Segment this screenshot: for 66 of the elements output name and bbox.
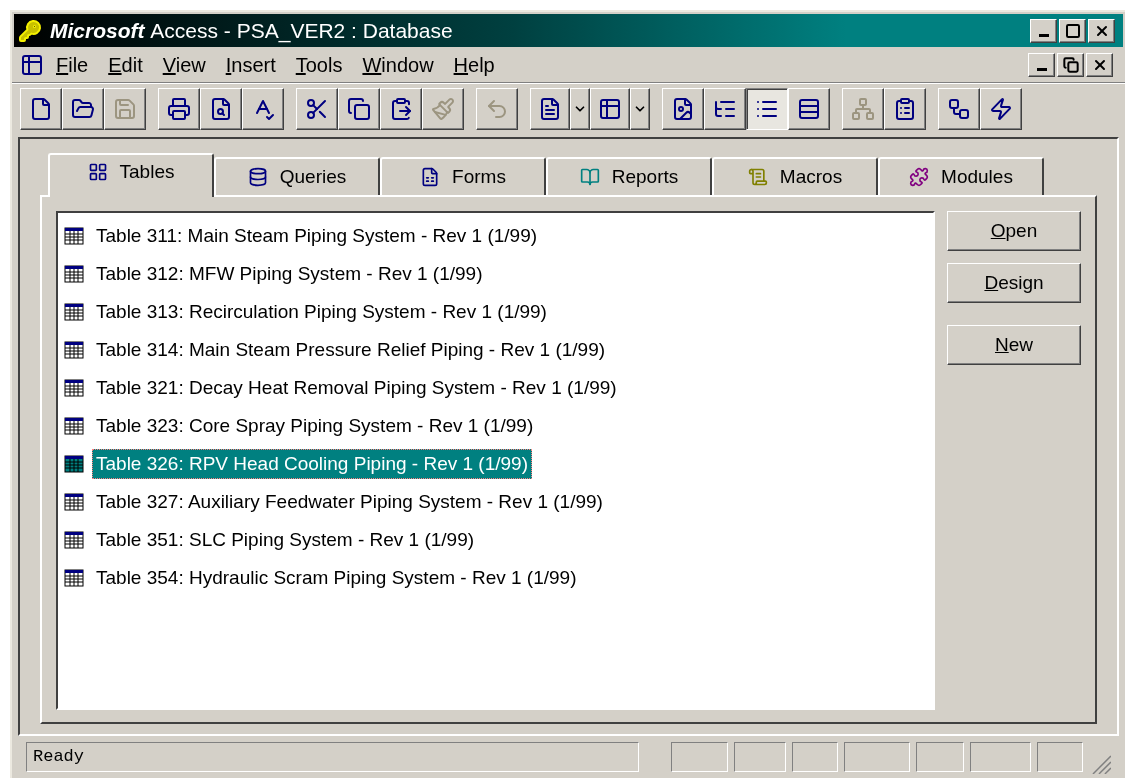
status-panel	[1037, 742, 1084, 772]
menu-item[interactable]: Help	[445, 49, 503, 80]
tab[interactable]: Forms	[380, 157, 546, 195]
properties-icon	[893, 96, 917, 121]
restore-icon	[1062, 56, 1079, 73]
tab[interactable]: Queries	[214, 157, 380, 195]
action-button[interactable]: Open	[947, 211, 1081, 251]
dropdown-button[interactable]	[570, 87, 590, 130]
form-icon	[420, 167, 441, 187]
form-icon	[598, 96, 622, 121]
details-view-icon	[797, 96, 821, 121]
table-list-item[interactable]: Table 351: SLC Piping System - Rev 1 (1/99)	[64, 521, 933, 559]
minimize-icon	[1038, 34, 1049, 37]
paste-icon	[389, 96, 413, 121]
table-list-item[interactable]: Table 311: Main Steam Piping System - Rev 1 (1/99)	[64, 217, 933, 255]
save-icon	[113, 96, 137, 121]
action-button[interactable]: New	[947, 325, 1081, 365]
table-list-item[interactable]: Table 312: MFW Piping System - Rev 1 (1/99)	[64, 255, 933, 293]
status-text: Ready	[26, 742, 639, 772]
close-button[interactable]	[1088, 18, 1115, 43]
menu-item[interactable]: Insert	[217, 49, 284, 80]
tab[interactable]: Modules	[878, 157, 1044, 195]
table-list-item[interactable]: Table 326: RPV Head Cooling Piping - Rev 1 (1/99)	[64, 445, 933, 483]
document-icon	[538, 96, 562, 121]
print-preview-icon	[209, 96, 233, 121]
tab[interactable]: Reports	[546, 157, 712, 195]
printer-icon	[167, 96, 191, 121]
status-panel	[969, 742, 1032, 772]
maximize-button[interactable]	[1059, 18, 1086, 43]
action-button[interactable]: Design	[947, 263, 1081, 303]
status-panel	[670, 742, 729, 772]
table-list-item[interactable]: Table 327: Auxiliary Feedwater Piping System - Rev 1 (1/99)	[64, 483, 933, 521]
window-title: Microsoft Access - PSA_VER2 : Database	[50, 17, 453, 45]
menu-item[interactable]: Tools	[287, 49, 351, 80]
tab[interactable]: Macros	[712, 157, 878, 195]
menu-item[interactable]: File	[48, 49, 97, 80]
table-list-item[interactable]: Table 354: Hydraulic Scram Piping System - Rev 1 (1/99)	[64, 559, 933, 597]
open-folder-icon	[71, 96, 95, 121]
close-button[interactable]	[1086, 52, 1113, 77]
minimize-icon	[1036, 68, 1047, 71]
maximize-icon	[1064, 22, 1081, 39]
minimize-button[interactable]	[1030, 18, 1057, 43]
toolbar-button[interactable]	[746, 87, 788, 130]
copy-icon	[347, 96, 371, 121]
status-panel	[734, 742, 787, 772]
restore-button[interactable]	[1057, 52, 1084, 77]
menu-item[interactable]: Window	[354, 49, 442, 80]
status-panel	[843, 742, 910, 772]
status-panel	[915, 742, 964, 772]
database-window-icon	[20, 52, 44, 77]
menu-item[interactable]: View	[154, 49, 214, 80]
cut-icon	[305, 96, 329, 121]
minimize-button[interactable]	[1028, 52, 1055, 77]
menu-item[interactable]: Edit	[100, 49, 151, 80]
table-list-item[interactable]: Table 323: Core Spray Piping System - Rev 1 (1/99)	[64, 407, 933, 445]
relationships-icon	[947, 96, 971, 121]
key-icon	[18, 18, 42, 43]
table-list-item[interactable]: Table 321: Decay Heat Removal Piping System - Rev 1 (1/99)	[64, 369, 933, 407]
paintbrush-icon	[431, 96, 455, 121]
new-document-icon	[29, 96, 53, 121]
status-panel	[792, 742, 838, 772]
new-object-icon	[989, 96, 1013, 121]
dropdown-button[interactable]	[630, 87, 650, 130]
table-list-item[interactable]: Table 314: Main Steam Pressure Relief Piping - Rev 1 (1/99)	[64, 331, 933, 369]
table-list-item[interactable]: Table 313: Recirculation Piping System - Rev 1 (1/99)	[64, 293, 933, 331]
tab[interactable]: Tables	[48, 153, 214, 197]
